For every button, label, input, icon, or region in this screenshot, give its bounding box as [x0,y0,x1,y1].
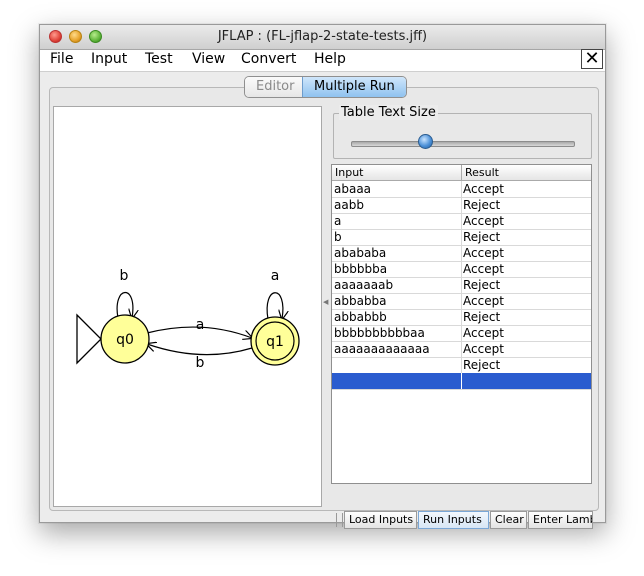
input-cell[interactable]: aaaaaaab [334,277,393,293]
table-row[interactable]: aaaaaaab Reject [332,277,591,294]
tab-multiple-run[interactable]: Multiple Run [302,77,406,97]
toolbar-grip-icon [336,513,343,527]
enter-lambda-button[interactable]: Enter Lambda [528,511,593,529]
window-title: JFLAP : (FL-jflap-2-state-tests.jff) [217,29,428,44]
result-cell: Reject [463,198,501,212]
jflap-window: JFLAP : (FL-jflap-2-state-tests.jff) Fil… [39,24,606,529]
input-cell[interactable]: aaaaaaaaaaaaa [334,341,430,357]
tab-editor[interactable]: Editor [245,77,302,97]
table-text-size-group: Table Text Size [333,105,592,159]
input-cell[interactable]: a [334,213,341,229]
result-cell: Reject [463,278,501,292]
column-header-input[interactable]: Input [335,166,363,179]
input-cell[interactable]: abaaa [334,181,371,197]
transition-q1-q0[interactable] [147,344,253,356]
result-cell: Accept [463,246,504,260]
initial-state-icon [76,313,102,365]
menu-help[interactable]: Help [314,51,346,67]
transition-label-q1-q1: a [271,268,280,284]
table-row[interactable]: aaaaaaaaaaaaa Accept [332,341,591,358]
automaton-canvas[interactable]: b a a b q0 q1 [53,106,322,507]
menu-convert[interactable]: Convert [241,51,296,67]
transition-label-q1-q0: b [196,355,205,371]
result-cell: Accept [463,214,504,228]
run-inputs-button[interactable]: Run Inputs [418,511,489,529]
split-divider-arrow-icon[interactable]: ◀ [323,298,328,306]
table-row[interactable]: aabb Reject [332,197,591,214]
state-q0-label: q0 [116,332,134,348]
load-inputs-button[interactable]: Load Inputs [344,511,417,529]
table-row[interactable] [332,373,591,390]
input-result-table: Input Result abaaa Accept aabb Reject a Accep… [331,164,592,484]
menu-bar: File Input Test View Convert Help [40,50,605,72]
result-cell: Reject [463,310,501,324]
title-bar: JFLAP : (FL-jflap-2-state-tests.jff) [40,25,605,50]
transition-label-q0-q1: a [196,317,205,333]
input-cell[interactable]: abbabbb [334,309,387,325]
transition-q0-q0[interactable] [116,291,133,318]
menu-view[interactable]: View [192,51,225,67]
transition-label-q0-q0: b [120,268,129,284]
slider-title: Table Text Size [339,105,438,120]
view-tabs: Editor Multiple Run [244,76,407,98]
clear-button[interactable]: Clear [490,511,527,529]
menu-input[interactable]: Input [91,51,127,67]
input-cell[interactable]: aabb [334,197,364,213]
menu-file[interactable]: File [50,51,73,67]
table-row[interactable]: bbbbbba Accept [332,261,591,278]
column-header-result[interactable]: Result [465,166,499,179]
state-q1-label: q1 [266,334,284,350]
input-cell[interactable]: bbbbbba [334,261,387,277]
table-header: Input Result [332,165,591,181]
input-cell[interactable]: abababa [334,245,386,261]
result-cell: Accept [463,182,504,196]
button-bar: Load Inputs Run Inputs Clear Enter Lambd… [330,510,593,530]
input-cell[interactable]: b [334,229,342,245]
table-row[interactable]: bbbbbbbbbbaa Accept [332,325,591,342]
automaton-diagram: b a a b q0 q1 [76,268,300,371]
result-cell: Accept [463,326,504,340]
table-row[interactable]: abaaa Accept [332,181,591,198]
input-cell[interactable]: bbbbbbbbbbaa [334,325,425,341]
table-row[interactable]: abbabbb Reject [332,309,591,326]
table-row[interactable]: b Reject [332,229,591,246]
result-cell: Reject [463,230,501,244]
table-row[interactable]: abbabba Accept [332,293,591,310]
input-cell[interactable]: abbabba [334,293,387,309]
result-cell: Reject [463,358,501,372]
result-cell: Accept [463,342,504,356]
menu-test[interactable]: Test [145,51,173,67]
result-cell: Accept [463,262,504,276]
table-row[interactable]: abababa Accept [332,245,591,262]
close-tab-icon[interactable]: ✕ [581,49,603,69]
text-size-slider-knob[interactable] [418,134,433,149]
transition-q1-q1[interactable] [266,292,283,319]
table-row[interactable]: a Accept [332,213,591,230]
text-size-slider-track[interactable] [351,141,575,147]
result-cell: Accept [463,294,504,308]
table-row[interactable]: Reject [332,357,591,374]
multiple-run-panel: Table Text Size Input Result abaaa Accept… [330,105,593,529]
